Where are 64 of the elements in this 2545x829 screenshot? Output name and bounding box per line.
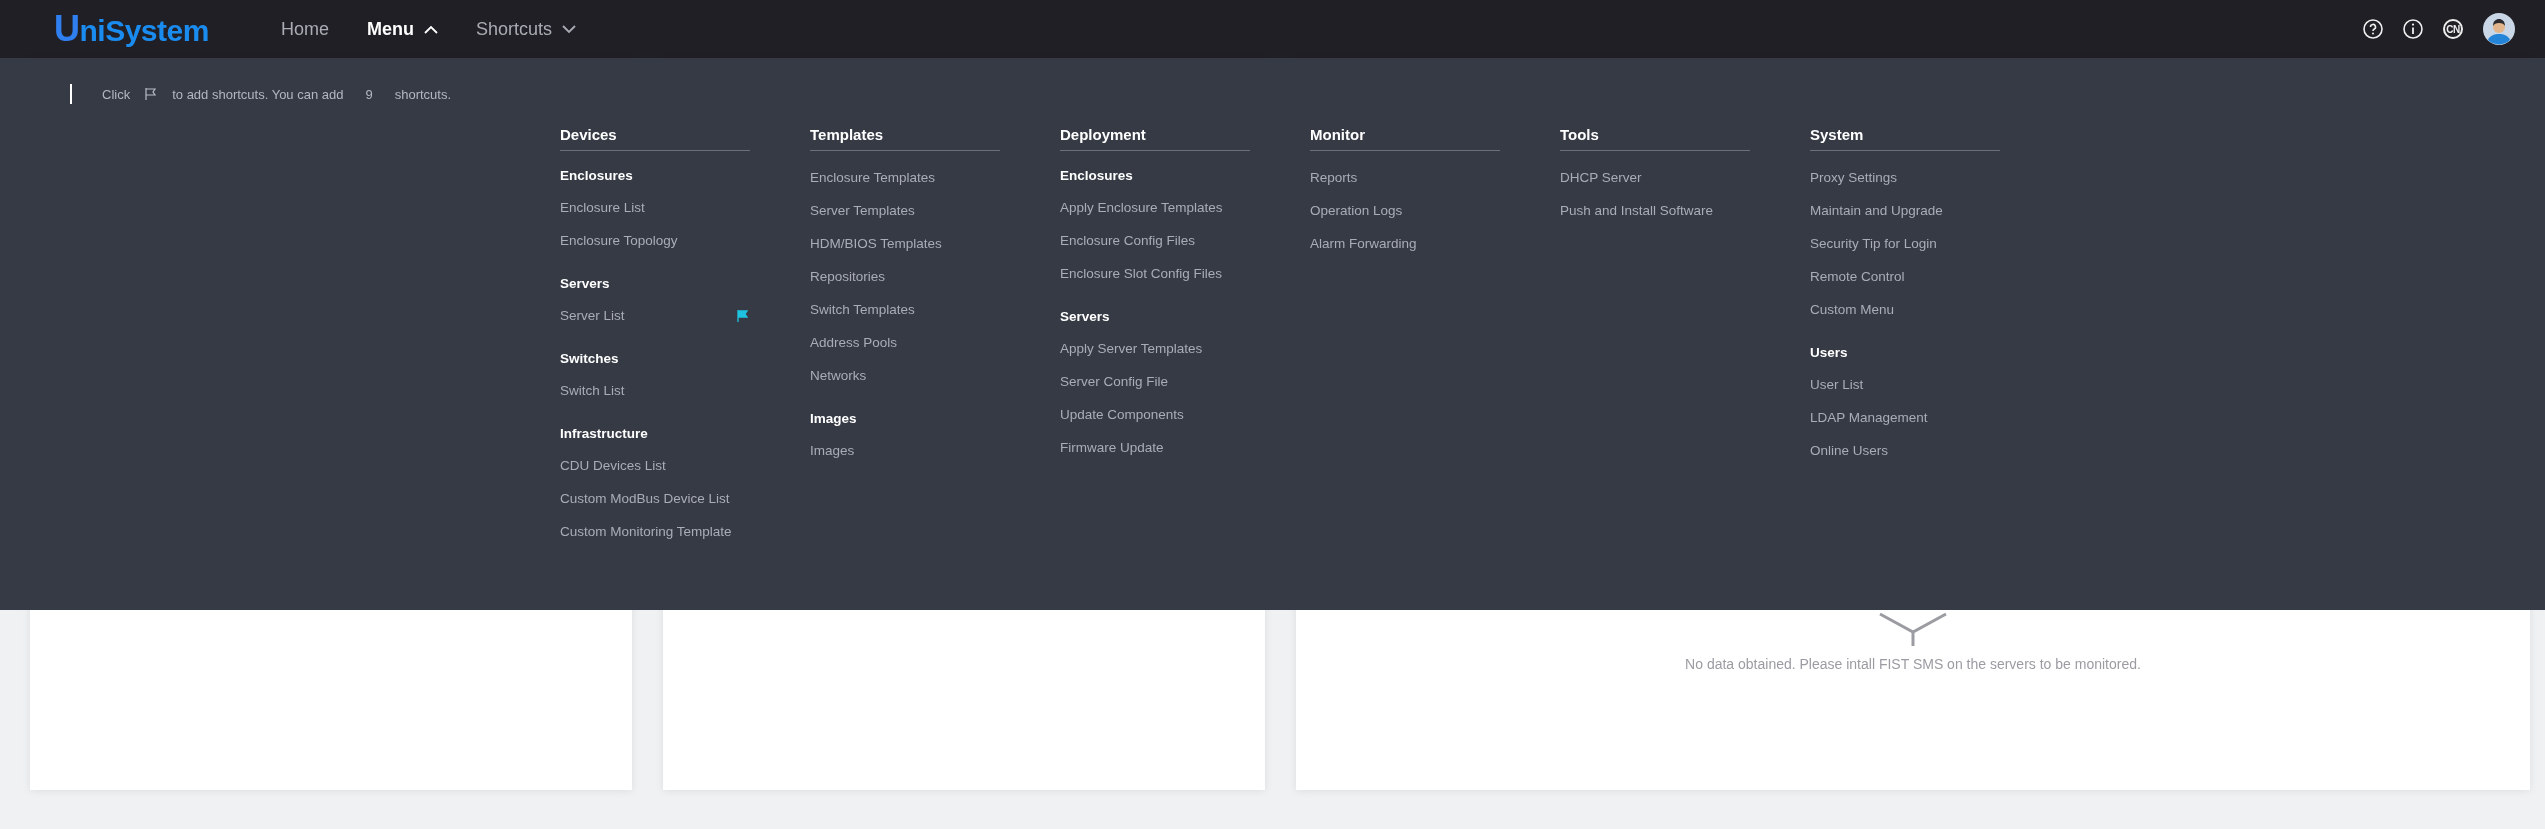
column-title: Devices xyxy=(560,120,750,151)
menu-item[interactable]: User List xyxy=(1810,377,1864,392)
menu-item[interactable]: Enclosure Templates xyxy=(810,170,936,185)
menu-item[interactable]: Operation Logs xyxy=(1310,203,1403,218)
menu-item[interactable]: Switch Templates xyxy=(810,302,915,317)
menu-item[interactable]: Address Pools xyxy=(810,335,898,350)
menu-item[interactable]: Online Users xyxy=(1810,443,1889,458)
help-icon[interactable] xyxy=(2363,19,2383,39)
group-heading: Enclosures xyxy=(560,167,634,185)
menu-item[interactable]: LDAP Management xyxy=(1810,410,1928,425)
column-title: Monitor xyxy=(1310,120,1500,151)
column-title: Templates xyxy=(810,120,1000,151)
menu-item[interactable]: Server List xyxy=(560,308,625,323)
menu-item[interactable]: Maintain and Upgrade xyxy=(1810,203,1943,218)
menu-item[interactable]: Apply Server Templates xyxy=(1060,341,1203,356)
menu-item[interactable]: Enclosure List xyxy=(560,200,645,215)
column-title: Tools xyxy=(1560,120,1750,151)
flag-icon xyxy=(144,87,159,101)
logo-text: UniSystem xyxy=(54,8,209,50)
menu-item[interactable]: Apply Enclosure Templates xyxy=(1060,200,1223,215)
menu-item[interactable]: Networks xyxy=(810,368,867,383)
group-heading: Switches xyxy=(560,350,620,368)
flag-icon[interactable] xyxy=(736,308,750,323)
column-title: System xyxy=(1810,120,2000,151)
menu-item[interactable]: Custom Menu xyxy=(1810,302,1895,317)
menu-item[interactable]: Repositories xyxy=(810,269,886,284)
nav-tab[interactable]: Menu xyxy=(366,18,438,40)
menu-item[interactable]: Enclosure Config Files xyxy=(1060,233,1196,248)
menu-item[interactable]: Custom ModBus Device List xyxy=(560,491,730,506)
menu-item[interactable]: CDU Devices List xyxy=(560,458,666,473)
menu-item[interactable]: Alarm Forwarding xyxy=(1310,236,1417,251)
hint-text: shortcuts. xyxy=(394,86,452,102)
menu-item[interactable]: Security Tip for Login xyxy=(1810,236,1937,251)
language-button[interactable]: CN xyxy=(2443,19,2463,39)
group-heading: Images xyxy=(810,410,858,428)
nav-tab[interactable]: Home xyxy=(280,18,329,40)
shortcut-count: 9 xyxy=(365,86,373,102)
hint-text: to add shortcuts. You can add xyxy=(172,86,344,102)
hint-text: Click xyxy=(102,86,131,102)
empty-message: No data obtained. Please intall FIST SMS on the servers to be monitored. xyxy=(1685,656,2141,672)
menu-item[interactable]: HDM/BIOS Templates xyxy=(810,236,942,251)
group-heading: Servers xyxy=(560,275,611,293)
group-heading: Infrastructure xyxy=(560,425,649,443)
menu-item[interactable]: Push and Install Software xyxy=(1560,203,1714,218)
avatar-icon[interactable] xyxy=(2483,13,2515,45)
menu-item[interactable]: DHCP Server xyxy=(1560,170,1642,185)
menu-item[interactable]: Remote Control xyxy=(1810,269,1905,284)
menu-item[interactable]: Firmware Update xyxy=(1060,440,1164,455)
menu-item[interactable]: Enclosure Slot Config Files xyxy=(1060,266,1223,281)
menu-item[interactable]: Update Components xyxy=(1060,407,1184,422)
group-heading: Users xyxy=(1810,344,1849,362)
menu-item[interactable]: Proxy Settings xyxy=(1810,170,1898,185)
column-title: Deployment xyxy=(1060,120,1250,151)
menu-item[interactable]: Enclosure Topology xyxy=(560,233,678,248)
info-icon[interactable] xyxy=(2403,19,2423,39)
menu-item[interactable]: Server Templates xyxy=(810,203,915,218)
group-heading: Servers xyxy=(1060,308,1111,326)
nav-tab[interactable]: Shortcuts xyxy=(475,18,576,40)
menu-item[interactable]: Reports xyxy=(1310,170,1358,185)
menu-item[interactable]: Switch List xyxy=(560,383,625,398)
menu-item[interactable]: Images xyxy=(810,443,855,458)
menu-item[interactable]: Custom Monitoring Template xyxy=(560,524,732,539)
group-heading: Enclosures xyxy=(1060,167,1134,185)
menu-item[interactable]: Server Config File xyxy=(1060,374,1169,389)
